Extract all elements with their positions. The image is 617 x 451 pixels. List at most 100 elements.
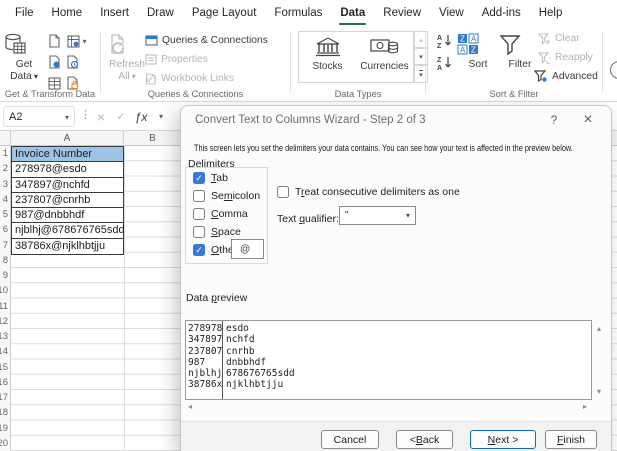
column-header-a[interactable]: A [11,131,124,146]
preview-column-2[interactable]: esdo nchfd cnrhb dnbbhdf 678676765sdd nj… [223,321,591,399]
row-header[interactable]: 18 [0,405,10,420]
tab-file[interactable]: File [6,0,43,27]
currencies-item[interactable]: Currencies [356,32,413,82]
row-header[interactable]: 9 [0,268,10,283]
stocks-item[interactable]: Stocks [299,32,356,82]
preview-column-1[interactable]: 278978 347897 237807 987 njblhj 38786x [186,321,223,399]
cell-a2[interactable]: 278978@esdo [12,162,123,178]
insert-function-icon[interactable] [132,106,150,127]
preview-scroll-left-icon[interactable] [188,402,192,411]
row-header[interactable]: 12 [0,314,10,329]
other-checkbox[interactable] [193,244,205,256]
close-icon[interactable] [575,108,601,132]
ribbon: Get Data Get & Transform Data [0,27,617,102]
finish-button[interactable]: Finish [545,430,597,449]
back-button[interactable]: < Back [396,430,453,449]
row-header[interactable]: 15 [0,360,10,375]
select-all-corner[interactable] [0,131,11,146]
more-dots-icon[interactable]: ⋮ [80,108,91,121]
from-table-range-button[interactable] [64,33,90,49]
semicolon-checkbox[interactable] [193,190,205,202]
row-header[interactable]: 17 [0,390,10,405]
cell-a1[interactable]: Invoice Number [12,147,123,163]
cancel-entry-icon[interactable] [92,106,110,127]
reapply-filter-button[interactable]: Reapply [538,50,593,65]
confirm-entry-icon[interactable] [112,106,130,127]
tab-page-layout[interactable]: Page Layout [183,0,266,27]
get-data-button[interactable]: Get Data [2,30,46,82]
queries-connections-button[interactable]: Queries & Connections [145,33,268,48]
sort-ascending-button[interactable]: A Z [434,32,456,50]
help-icon[interactable] [541,108,567,132]
workbook-links-button[interactable]: Workbook Links [145,71,234,86]
sort-descending-button[interactable]: Z A [434,54,456,72]
properties-button[interactable]: Properties [145,52,208,67]
tab-home[interactable]: Home [43,0,92,27]
advanced-filter-button[interactable]: Advanced [534,69,598,84]
chevron-down-icon[interactable] [406,210,410,221]
cancel-button[interactable]: Cancel [321,430,379,449]
row-header[interactable]: 16 [0,375,10,390]
tab-help[interactable]: Help [530,0,572,27]
svg-text:Z: Z [471,46,476,55]
existing-connections-button[interactable] [64,54,80,70]
row-header[interactable]: 19 [0,421,10,436]
cell-a3[interactable]: 347897@nchfd [12,177,123,193]
text-to-columns-wizard-dialog: Convert Text to Columns Wizard - Step 2 … [180,105,612,451]
row-headers[interactable]: 1 2 3 4 5 6 7 8 9 10 11 12 13 14 15 16 1… [0,146,11,451]
tab-checkbox[interactable] [193,172,205,184]
cell-a5[interactable]: 987@dnbbhdf [12,208,123,224]
tab-insert[interactable]: Insert [91,0,138,27]
space-checkbox[interactable] [193,226,205,238]
cell-a4[interactable]: 237807@cnrhb [12,192,123,208]
cell-a6[interactable]: njblhj@678676765sdd [12,223,125,239]
row-header[interactable]: 14 [0,344,10,359]
name-box-chevron-icon[interactable] [65,111,69,123]
tab-draw[interactable]: Draw [138,0,183,27]
clear-filter-button[interactable]: Clear [538,31,580,46]
treat-consecutive-checkbox[interactable] [277,186,289,198]
row-header[interactable]: 6 [0,222,10,237]
data-preview-pane[interactable]: 278978 347897 237807 987 njblhj 38786x e… [185,320,592,400]
other-delimiter-input[interactable]: @ [231,239,264,259]
row-header[interactable]: 8 [0,253,10,268]
svg-text:Z: Z [437,43,442,49]
refresh-all-button[interactable]: Refresh All [105,30,149,82]
row-header[interactable]: 11 [0,299,10,314]
next-button[interactable]: Next > [470,430,536,449]
from-text-csv-button[interactable] [46,33,62,49]
ribbon-tab-bar: File Home Insert Draw Page Layout Formul… [0,0,617,27]
cell-a7[interactable]: 38786x@njklhbtjju [12,238,123,254]
tab-view[interactable]: View [430,0,473,27]
delimiter-semicolon-row: Semicolon [193,190,260,202]
tab-formulas[interactable]: Formulas [265,0,331,27]
row-header[interactable]: 20 [0,436,10,451]
row-header[interactable]: 13 [0,329,10,344]
row-header[interactable]: 2 [0,161,10,176]
tab-data[interactable]: Data [331,0,374,27]
tab-review[interactable]: Review [374,0,430,27]
preview-scroll-up-icon[interactable] [597,324,601,333]
preview-line: njklhbtjju [226,379,284,391]
sort-button[interactable]: Z A A Z Sort [456,30,500,71]
data-preview-label: Data preview [186,292,248,304]
currencies-label: Currencies [360,61,409,72]
formula-bar-expand-icon[interactable] [152,106,170,127]
comma-checkbox-label: Comma [211,208,248,220]
preview-scroll-down-icon[interactable] [597,387,601,396]
column-header-b[interactable]: B [124,131,182,146]
recent-sources-button[interactable] [46,54,62,70]
row-header[interactable]: 3 [0,177,10,192]
row-header[interactable]: 4 [0,192,10,207]
text-qualifier-select[interactable]: " [339,206,416,225]
row-header[interactable]: 7 [0,238,10,253]
row-header[interactable]: 1 [0,146,10,161]
comma-checkbox[interactable] [193,208,205,220]
tab-add-ins[interactable]: Add-ins [473,0,530,27]
row-header[interactable]: 10 [0,283,10,298]
row-header[interactable]: 5 [0,207,10,222]
preview-scroll-right-icon[interactable] [583,402,587,411]
table-camera-icon [67,34,81,48]
filter-button[interactable]: Filter [498,30,542,71]
name-box[interactable]: A2 [3,106,75,127]
